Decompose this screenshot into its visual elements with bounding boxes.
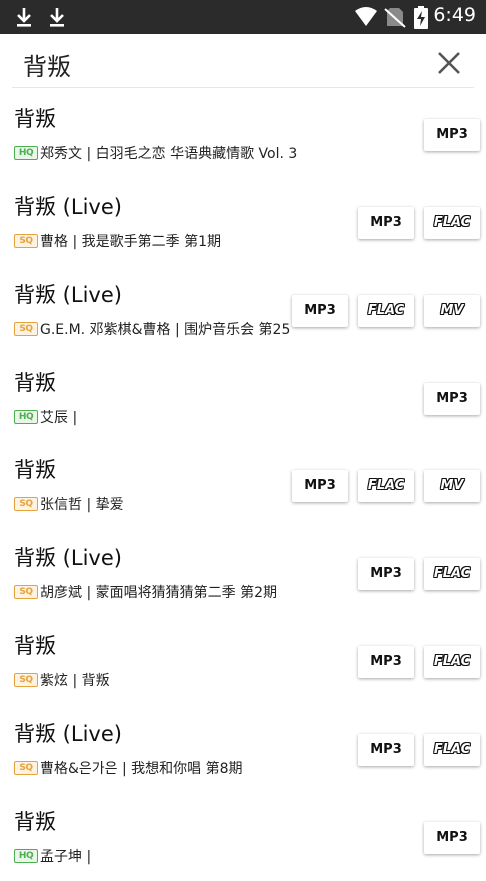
format-buttons: MP3 FLAC MV <box>282 470 480 502</box>
song-title: 背叛 (Live) <box>14 283 122 307</box>
mp3-button[interactable]: MP3 <box>424 383 480 415</box>
quality-badge: SQ <box>14 322 38 336</box>
song-title: 背叛 <box>14 810 56 834</box>
format-buttons: MP3 FLAC <box>348 646 480 678</box>
close-icon[interactable] <box>436 50 462 76</box>
list-item[interactable]: 背叛 (Live) SQ G.E.M. 邓紫棋&曹格 | 围炉音乐会 第25 MP3 F… <box>0 267 486 354</box>
artist-album-text: 紫炫 | 背叛 <box>40 673 110 689</box>
song-info: HQ 孟子坤 | <box>14 846 91 866</box>
artist-album-text: 艾辰 | <box>40 410 78 426</box>
status-bar: 6:49 <box>0 0 486 34</box>
song-info: SQ 胡彦斌 | 蒙面唱将猜猜猜第二季 第2期 <box>14 582 277 602</box>
list-item[interactable]: 背叛 (Live) SQ 曹格 | 我是歌手第二季 第1期 MP3 FLAC <box>0 179 486 266</box>
divider <box>12 87 474 88</box>
format-buttons: MP3 <box>414 119 480 151</box>
clock: 6:49 <box>433 4 476 26</box>
song-title: 背叛 (Live) <box>14 722 122 746</box>
flac-button[interactable]: FLAC <box>424 646 480 678</box>
wifi-icon <box>355 7 377 26</box>
song-title: 背叛 (Live) <box>14 546 122 570</box>
list-item[interactable]: 背叛 (Live) SQ 胡彦斌 | 蒙面唱将猜猜猜第二季 第2期 MP3 FLAC <box>0 530 486 617</box>
quality-badge: SQ <box>14 761 38 775</box>
flac-button[interactable]: FLAC <box>424 558 480 590</box>
song-info: SQ 张信哲 | 挚爱 <box>14 494 124 514</box>
song-title: 背叛 <box>14 458 56 482</box>
battery-charging-icon <box>414 6 428 29</box>
song-title: 背叛 <box>14 371 56 395</box>
mp3-button[interactable]: MP3 <box>424 119 480 151</box>
list-item[interactable]: 背叛 HQ 郑秀文 | 白羽毛之恋 华语典藏情歌 Vol. 3 MP3 <box>0 91 486 178</box>
artist-album-text: 张信哲 | 挚爱 <box>40 497 124 513</box>
mv-button[interactable]: MV <box>424 295 480 327</box>
artist-album-text: G.E.M. 邓紫棋&曹格 | 围炉音乐会 第25 <box>40 322 291 338</box>
format-buttons: MP3 <box>414 822 480 854</box>
mp3-button[interactable]: MP3 <box>424 822 480 854</box>
search-input[interactable]: 背叛 <box>23 47 71 82</box>
flac-button[interactable]: FLAC <box>424 734 480 766</box>
mp3-button[interactable]: MP3 <box>358 646 414 678</box>
artist-album-text: 胡彦斌 | 蒙面唱将猜猜猜第二季 第2期 <box>40 585 277 601</box>
song-title: 背叛 <box>14 107 56 131</box>
artist-album-text: 曹格&은가은 | 我想和你唱 第8期 <box>40 761 243 777</box>
no-sim-icon <box>384 8 406 28</box>
list-item[interactable]: 背叛 HQ 艾辰 | MP3 <box>0 355 486 442</box>
search-bar: 背叛 <box>0 34 486 90</box>
artist-album-text: 郑秀文 | 白羽毛之恋 华语典藏情歌 Vol. 3 <box>40 146 298 162</box>
format-buttons: MP3 FLAC <box>348 207 480 239</box>
mp3-button[interactable]: MP3 <box>358 734 414 766</box>
song-info: SQ 曹格 | 我是歌手第二季 第1期 <box>14 231 221 251</box>
list-item[interactable]: 背叛 SQ 张信哲 | 挚爱 MP3 FLAC MV <box>0 442 486 529</box>
flac-button[interactable]: FLAC <box>424 207 480 239</box>
quality-badge: SQ <box>14 497 38 511</box>
artist-album-text: 孟子坤 | <box>40 849 92 865</box>
list-item[interactable]: 背叛 SQ 紫炫 | 背叛 MP3 FLAC <box>0 618 486 705</box>
song-info: HQ 艾辰 | <box>14 407 77 427</box>
song-info: SQ 曹格&은가은 | 我想和你唱 第8期 <box>14 758 243 778</box>
format-buttons: MP3 <box>414 383 480 415</box>
song-info: HQ 郑秀文 | 白羽毛之恋 华语典藏情歌 Vol. 3 <box>14 143 297 163</box>
quality-badge: HQ <box>14 849 38 863</box>
quality-badge: SQ <box>14 673 38 687</box>
song-info: SQ 紫炫 | 背叛 <box>14 670 110 690</box>
mp3-button[interactable]: MP3 <box>292 470 348 502</box>
mp3-button[interactable]: MP3 <box>358 207 414 239</box>
quality-badge: HQ <box>14 410 38 424</box>
format-buttons: MP3 FLAC <box>348 734 480 766</box>
download-icon <box>50 8 64 27</box>
song-info: SQ G.E.M. 邓紫棋&曹格 | 围炉音乐会 第25 <box>14 319 290 339</box>
list-item[interactable]: 背叛 (Live) SQ 曹格&은가은 | 我想和你唱 第8期 MP3 FLAC <box>0 706 486 793</box>
quality-badge: SQ <box>14 585 38 599</box>
song-title: 背叛 <box>14 634 56 658</box>
flac-button[interactable]: FLAC <box>358 470 414 502</box>
format-buttons: MP3 FLAC MV <box>282 295 480 327</box>
flac-button[interactable]: FLAC <box>358 295 414 327</box>
download-icon <box>17 8 31 27</box>
list-item[interactable]: 背叛 HQ 孟子坤 | MP3 <box>0 794 486 881</box>
mv-button[interactable]: MV <box>424 470 480 502</box>
mp3-button[interactable]: MP3 <box>292 295 348 327</box>
quality-badge: HQ <box>14 146 38 160</box>
format-buttons: MP3 FLAC <box>348 558 480 590</box>
artist-album-text: 曹格 | 我是歌手第二季 第1期 <box>40 234 221 250</box>
quality-badge: SQ <box>14 234 38 248</box>
mp3-button[interactable]: MP3 <box>358 558 414 590</box>
song-title: 背叛 (Live) <box>14 195 122 219</box>
